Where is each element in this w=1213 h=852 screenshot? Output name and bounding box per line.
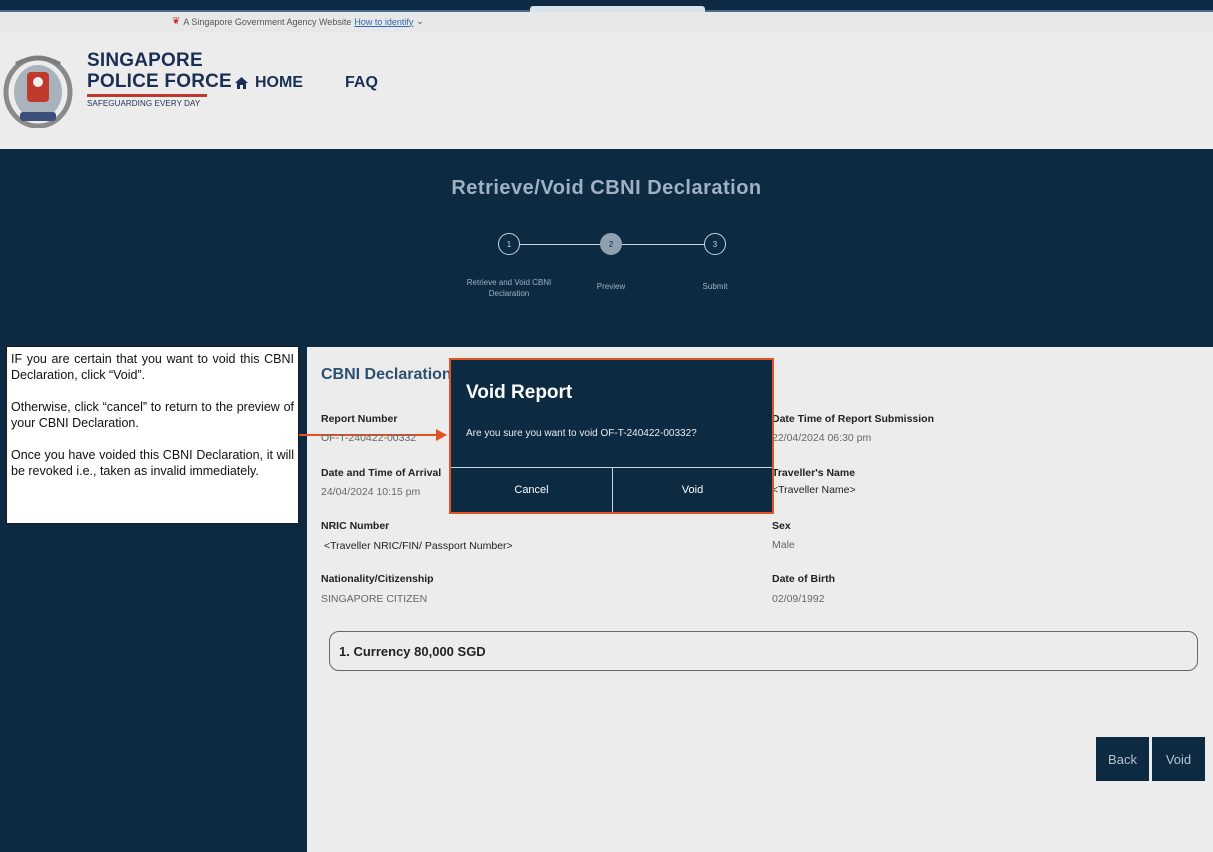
callout-arrow-icon bbox=[436, 429, 447, 441]
arrival-time-value: 24/04/2024 10:15 pm bbox=[321, 486, 421, 498]
report-number-label: Report Number bbox=[321, 413, 398, 425]
brand-tagline: SAFEGUARDING EVERY DAY bbox=[87, 99, 201, 108]
nationality-value: SINGAPORE CITIZEN bbox=[321, 593, 428, 605]
brand-underline bbox=[87, 94, 207, 97]
step-2-indicator: 2 bbox=[600, 233, 622, 255]
brand-line-1: SINGAPORE bbox=[87, 50, 203, 71]
report-number-value: OF-T-240422-00332 bbox=[321, 432, 417, 444]
callout-paragraph-1: IF you are certain that you want to void… bbox=[11, 352, 294, 382]
nric-value: <Traveller NRIC/FIN/ Passport Number> bbox=[324, 540, 513, 552]
dialog-message: Are you sure you want to void OF-T-24042… bbox=[466, 428, 697, 439]
police-crest-logo[interactable] bbox=[2, 50, 74, 128]
lion-head-icon: ❦ bbox=[172, 16, 181, 27]
brand-wordmark[interactable]: SINGAPORE POLICE FORCE SAFEGUARDING EVER… bbox=[87, 50, 232, 108]
brand-line-2: POLICE FORCE bbox=[87, 71, 232, 92]
currency-item[interactable]: 1. Currency 80,000 SGD bbox=[329, 631, 1198, 671]
callout-paragraph-3: Once you have voided this CBNI Declarati… bbox=[11, 448, 294, 478]
void-button[interactable]: Void bbox=[1152, 737, 1205, 781]
instruction-callout: IF you are certain that you want to void… bbox=[6, 346, 299, 524]
nav-home-label: HOME bbox=[255, 74, 303, 91]
nav-home[interactable]: HOME bbox=[234, 74, 303, 92]
nric-label: NRIC Number bbox=[321, 520, 390, 532]
gov-masthead-text: A Singapore Government Agency Website bbox=[183, 16, 352, 27]
gov-masthead: ❦ A Singapore Government Agency Website … bbox=[0, 12, 1213, 32]
step-2-label: Preview bbox=[596, 282, 626, 291]
nav-faq[interactable]: FAQ bbox=[345, 74, 378, 92]
stepper-connector bbox=[520, 244, 600, 245]
page-hero: Retrieve/Void CBNI Declaration 1 2 3 Ret… bbox=[0, 149, 1213, 347]
browser-top-strip bbox=[0, 0, 1213, 12]
sex-label: Sex bbox=[772, 520, 791, 532]
traveller-name-value: <Traveller Name> bbox=[772, 484, 856, 496]
page-title: Retrieve/Void CBNI Declaration bbox=[451, 177, 762, 199]
step-3-indicator: 3 bbox=[704, 233, 726, 255]
back-button[interactable]: Back bbox=[1096, 737, 1149, 781]
section-title: CBNI Declaration S bbox=[321, 366, 467, 383]
dialog-cancel-button[interactable]: Cancel bbox=[451, 468, 612, 512]
dob-label: Date of Birth bbox=[772, 573, 835, 585]
void-report-dialog: Void Report Are you sure you want to voi… bbox=[449, 358, 774, 514]
how-to-identify-link[interactable]: How to identify bbox=[354, 17, 413, 27]
callout-paragraph-2: Otherwise, click “cancel” to return to t… bbox=[11, 400, 294, 430]
dialog-title: Void Report bbox=[466, 382, 573, 403]
nav-faq-label: FAQ bbox=[345, 74, 378, 91]
sex-value: Male bbox=[772, 539, 795, 551]
currency-item-label: 1. Currency 80,000 SGD bbox=[339, 643, 486, 659]
traveller-name-label: Traveller's Name bbox=[772, 467, 856, 479]
arrival-time-label: Date and Time of Arrival bbox=[321, 467, 442, 479]
dialog-void-button[interactable]: Void bbox=[613, 468, 772, 512]
chevron-down-icon[interactable]: ⌄ bbox=[416, 16, 424, 27]
submission-time-value: 22/04/2024 06:30 pm bbox=[772, 432, 872, 444]
home-icon bbox=[235, 77, 248, 89]
submission-time-label: Date Time of Report Submission bbox=[772, 413, 934, 425]
step-1-indicator: 1 bbox=[498, 233, 520, 255]
step-3-label: Submit bbox=[702, 282, 728, 291]
dob-value: 02/09/1992 bbox=[772, 593, 825, 605]
stepper-connector bbox=[622, 244, 704, 245]
nationality-label: Nationality/Citizenship bbox=[321, 573, 434, 585]
step-1-label: Retrieve and Void CBNI Declaration bbox=[466, 278, 552, 298]
site-header: SINGAPORE POLICE FORCE SAFEGUARDING EVER… bbox=[0, 32, 1213, 149]
